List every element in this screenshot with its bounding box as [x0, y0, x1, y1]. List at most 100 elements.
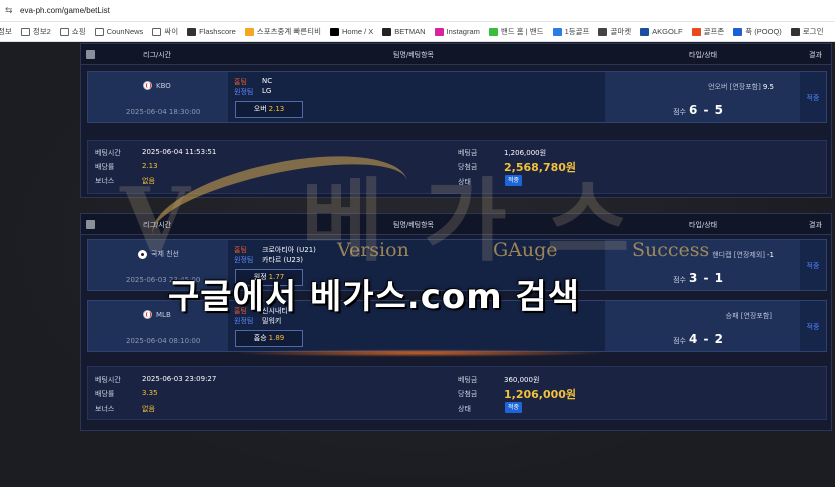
pooq-icon	[733, 27, 743, 36]
header-team-pick: 팀명/베팅항목	[393, 221, 434, 229]
bookmark-item[interactable]: 쇼핑	[59, 26, 86, 37]
bookmark-item[interactable]: 정보	[0, 26, 12, 37]
bet-slip-1: 리그/시간 팀명/베팅항목 타입/상태 결과 KBO 2025-06-04 18…	[80, 43, 832, 198]
bookmark-label: 골마켓	[610, 27, 632, 36]
pick-label: 원정	[253, 273, 267, 281]
bookmark-label: 정보	[0, 27, 12, 36]
bet-line: 9.5	[762, 83, 774, 91]
select-checkbox[interactable]	[86, 50, 95, 59]
bet-summary: 베팅시간 2025-06-04 11:53:51 배당률 2.13 보너스 없음…	[87, 140, 827, 194]
bonus-value: 없음	[142, 177, 155, 185]
bookmark-item[interactable]: BETMAN	[382, 27, 426, 36]
bookmark-item[interactable]: 골프존	[691, 26, 724, 37]
game-time: 2025-06-03 23:45:00	[126, 276, 201, 284]
bookmark-item[interactable]: Instagram	[434, 27, 480, 36]
result-status: 적중	[806, 323, 820, 331]
pick-odds: 2.13	[268, 105, 285, 113]
table-header: 리그/시간 팀명/베팅항목 타입/상태 결과	[81, 214, 831, 235]
home-label: 홈팀	[234, 246, 247, 254]
bookmark-label: 스포츠중계 빠른티비	[256, 27, 321, 36]
header-team-pick: 팀명/베팅항목	[393, 51, 434, 59]
bookmark-label: BETMAN	[394, 27, 426, 36]
game-row: KBO 2025-06-04 18:30:00 홈팀 NC 원정팀 LG 오버 2…	[87, 71, 827, 123]
folder-icon	[152, 27, 162, 36]
header-type-status: 타입/상태	[689, 51, 718, 59]
score-value: 6 - 5	[688, 103, 724, 117]
bookmark-label: CounNews	[106, 27, 144, 36]
bet-amount-value: 1,206,000원	[504, 149, 547, 157]
baseball-icon	[143, 81, 152, 90]
bookmark-item[interactable]: 정보2	[20, 26, 51, 37]
bookmark-label: AKGOLF	[652, 27, 683, 36]
result-cell: 적중	[800, 240, 826, 290]
bookmark-label: 로그인	[802, 27, 824, 36]
status-label: 상태	[458, 178, 471, 186]
pick-label: 오버	[253, 105, 267, 113]
win-amount-value: 2,568,780원	[504, 161, 577, 174]
soccer-ball-icon	[138, 249, 147, 259]
bet-type: 핸디캡 [연장제외] -1	[712, 250, 774, 260]
away-team: 밀워키	[262, 317, 282, 325]
away-team: 카타르 (U23)	[262, 256, 304, 264]
bet-type: 언오버 [연장포함] 9.5	[708, 82, 774, 92]
bookmark-item[interactable]: 밴드 홈 | 밴드	[488, 26, 544, 37]
win-amount-label: 당첨금	[458, 163, 478, 171]
game-time: 2025-06-04 18:30:00	[126, 108, 201, 116]
bookmark-label: 밴드 홈 | 밴드	[500, 27, 544, 36]
site-info-icon[interactable]: ⇆	[5, 6, 15, 16]
bookmark-item[interactable]: 푹 (POOQ)	[733, 26, 782, 37]
pick-button[interactable]: 오버 2.13	[235, 101, 303, 118]
score: 점수 4 - 2	[673, 332, 724, 346]
away-team: LG	[262, 87, 272, 95]
bookmark-item[interactable]: 싸이	[152, 26, 178, 37]
game-row: 국제 친선 2025-06-03 23:45:00 홈팀 크로아티아 (U21)…	[87, 239, 827, 291]
odds-label: 배당률	[95, 390, 115, 398]
bookmark-item[interactable]: 1등골프	[552, 26, 589, 37]
pick-odds: 1.77	[268, 273, 285, 281]
pick-button[interactable]: 홈승 1.89	[235, 330, 303, 347]
status-label: 상태	[458, 405, 471, 413]
type-status-cell: 언오버 [연장포함] 9.5 점수 6 - 5	[605, 72, 800, 122]
home-label: 홈팀	[234, 78, 247, 86]
folder-icon	[94, 27, 104, 36]
bookmark-item[interactable]: 스포츠중계 빠른티비	[244, 26, 321, 37]
score-value: 3 - 1	[688, 271, 724, 285]
bet-type-label: 언오버 [연장포함]	[708, 83, 761, 91]
odds-value: 3.35	[142, 389, 158, 397]
odds-value: 2.13	[142, 162, 158, 170]
url-text[interactable]: eva-ph.com/game/betList	[20, 6, 110, 15]
bonus-label: 보너스	[95, 405, 115, 413]
select-checkbox[interactable]	[86, 220, 95, 229]
bet-type-label: 승패 [연장포함]	[725, 312, 772, 320]
header-type-status: 타입/상태	[689, 221, 718, 229]
bookmark-item[interactable]: 로그인	[790, 26, 824, 37]
bookmark-item[interactable]: 골마켓	[598, 26, 631, 37]
bet-type: 승패 [연장포함]	[726, 311, 774, 321]
instagram-icon	[434, 27, 444, 36]
betman-icon	[382, 27, 392, 36]
bet-amount-label: 베팅금	[458, 376, 478, 384]
bet-time-label: 베팅시간	[95, 149, 121, 157]
bookmark-item[interactable]: Home / X	[329, 27, 374, 36]
bookmark-item[interactable]: CounNews	[94, 27, 144, 36]
league-cell: 국제 친선	[138, 249, 179, 259]
bookmark-item[interactable]: AKGOLF	[640, 27, 683, 36]
header-league-time: 리그/시간	[143, 51, 172, 59]
bookmark-item[interactable]: Flashscore	[187, 27, 236, 36]
bet-line: -1	[767, 251, 774, 259]
league-cell: MLB	[143, 310, 171, 319]
bookmark-label: Home / X	[341, 27, 374, 36]
win-amount-value: 1,206,000원	[504, 388, 577, 401]
pick-button[interactable]: 원정 1.77	[235, 269, 303, 286]
away-label: 원정팀	[234, 317, 254, 325]
bookmark-label: 쇼핑	[71, 27, 86, 36]
home-team: 크로아티아 (U21)	[262, 246, 316, 254]
header-result: 결과	[809, 221, 822, 229]
bookmark-label: 정보2	[32, 27, 51, 36]
bet-time-value: 2025-06-03 23:09:27	[142, 375, 217, 383]
bet-time-label: 베팅시간	[95, 376, 121, 384]
score-label: 점수	[673, 108, 686, 116]
team-cell: 홈팀 NC 원정팀 LG 오버 2.13	[228, 72, 605, 122]
away-label: 원정팀	[234, 256, 254, 264]
bookmark-label: Flashscore	[199, 27, 236, 36]
